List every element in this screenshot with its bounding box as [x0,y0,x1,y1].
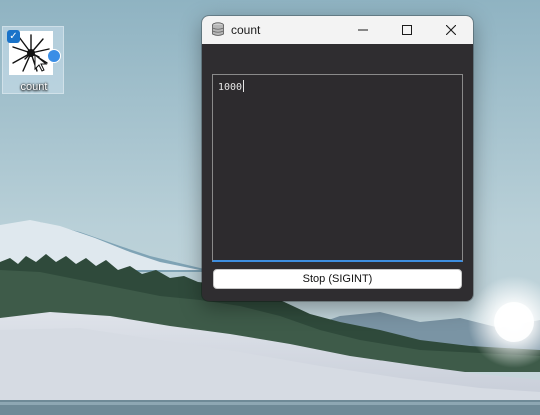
close-button[interactable] [429,16,473,44]
maximize-button[interactable] [385,16,429,44]
output-textarea[interactable]: 1000 [212,74,463,262]
app-window-icon [211,22,225,37]
minimize-icon [358,29,368,31]
window-title: count [231,23,261,37]
sync-badge-icon [47,49,61,63]
maximize-icon [402,25,412,35]
desktop-icon-count[interactable]: ✓ count [2,26,64,94]
selection-checkbox[interactable]: ✓ [7,30,20,43]
minimize-button[interactable] [341,16,385,44]
close-icon [446,25,456,35]
text-caret [243,80,245,92]
output-text: 1000 [218,82,243,93]
title-bar[interactable]: count [202,16,473,44]
stop-sigint-button[interactable]: Stop (SIGINT) [213,269,462,289]
desktop-icon-label: count [20,81,48,93]
app-window: count 1000 Stop (SIGINT) [202,16,473,301]
